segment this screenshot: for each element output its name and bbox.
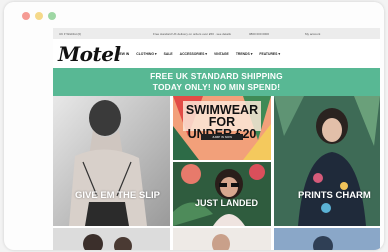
maximize-window-button[interactable] <box>48 12 56 20</box>
nav-item-features[interactable]: FEATURES ▾ <box>259 52 280 56</box>
site-logo[interactable]: Motel <box>58 42 121 66</box>
just-landed-label: JUST LANDED <box>195 198 259 208</box>
promo-tile-prints[interactable]: PRINTS CHARM <box>274 96 380 226</box>
prints-tile-label: PRINTS CHARM <box>298 190 371 201</box>
region-selector[interactable]: UK ▾ Wishlist (0) <box>59 32 81 36</box>
phone-number: 0800 000 0000 <box>249 32 270 36</box>
nav-item-clothing[interactable]: CLOTHING ▾ <box>136 52 156 56</box>
nav-item-trends[interactable]: TRENDS ▾ <box>236 52 253 56</box>
top-utility-bar: UK ▾ Wishlist (0) Free standard UK deliv… <box>53 28 380 39</box>
promo-line-1: FREE UK STANDARD SHIPPING <box>150 71 283 81</box>
nav-item-new-in[interactable]: NEW IN <box>117 52 129 56</box>
account-link[interactable]: My account <box>305 32 320 36</box>
nav-item-vintage[interactable]: VINTAGE <box>214 52 229 56</box>
swimwear-headline-line-1: SWIMWEAR FOR <box>185 103 259 129</box>
promo-tile-swimwear[interactable]: SWIMWEAR FOR UNDER £20 JUMP IN NOW <box>173 96 271 160</box>
browser-window: UK ▾ Wishlist (0) Free standard UK deliv… <box>4 2 384 250</box>
nav-item-accessories[interactable]: ACCESSORIES ▾ <box>180 52 207 56</box>
webpage: UK ▾ Wishlist (0) Free standard UK deliv… <box>53 28 380 250</box>
just-landed-photo <box>173 162 271 226</box>
jump-in-button[interactable]: JUMP IN NOW <box>201 134 243 140</box>
prints-photo <box>274 96 380 226</box>
shipping-promo-banner[interactable]: FREE UK STANDARD SHIPPING TODAY ONLY! NO… <box>53 68 380 96</box>
promo-line-2: TODAY ONLY! NO MIN SPEND! <box>152 82 281 92</box>
window-titlebar <box>4 2 384 28</box>
next-row-tiles <box>53 228 380 250</box>
promo-tile-just-landed[interactable]: JUST LANDED <box>173 162 271 226</box>
delivery-notice: Free standard UK delivery on orders over… <box>153 32 231 36</box>
site-header: Motel NEW IN CLOTHING ▾ SALE ACCESSORIES… <box>53 39 380 68</box>
minimize-window-button[interactable] <box>35 12 43 20</box>
promo-tile-slip[interactable]: GIVE EM THE SLIP <box>53 96 170 226</box>
main-navigation: NEW IN CLOTHING ▾ SALE ACCESSORIES ▾ VIN… <box>117 52 280 56</box>
slip-dress-photo <box>53 96 170 226</box>
nav-item-sale[interactable]: SALE <box>164 52 173 56</box>
close-window-button[interactable] <box>22 12 30 20</box>
slip-tile-label: GIVE EM THE SLIP <box>75 190 160 201</box>
